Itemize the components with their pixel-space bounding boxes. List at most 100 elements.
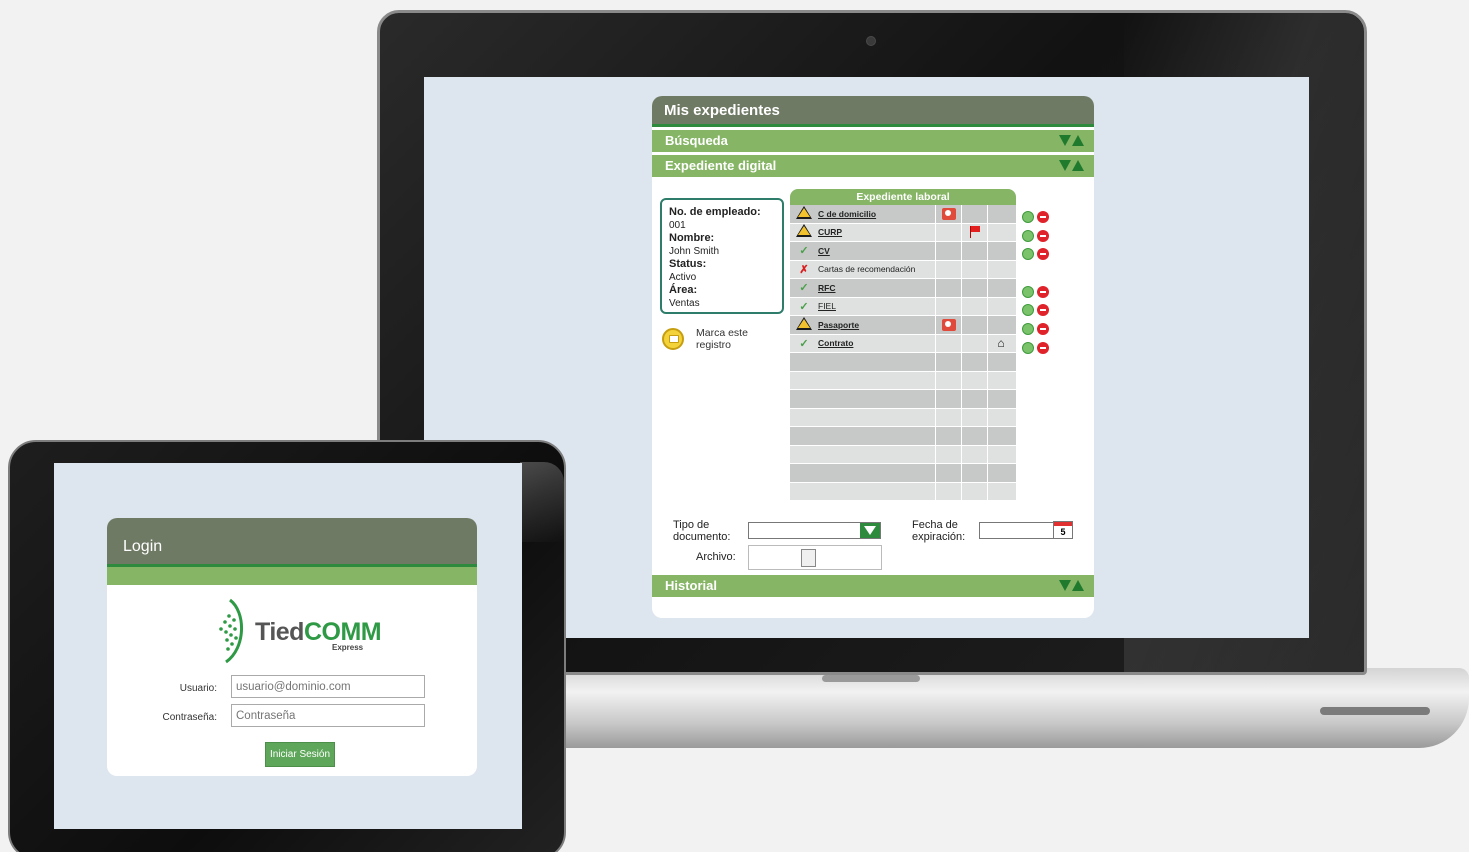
archivo-label: Archivo:: [696, 551, 736, 563]
login-card: Login TiedCOMM Express Usuario: Contrase…: [107, 518, 477, 776]
usuario-input[interactable]: [231, 675, 425, 698]
table-row: [790, 390, 1016, 409]
contrasena-label: Contraseña:: [162, 712, 217, 723]
fecha-expiracion-label: Fecha de expiración:: [912, 519, 965, 543]
fecha-expiracion-line1: Fecha de: [912, 519, 958, 531]
tipo-documento-line2: documento:: [673, 531, 731, 543]
remove-icon[interactable]: [1037, 230, 1049, 242]
expand-collapse-icon[interactable]: [1059, 160, 1084, 175]
view-icon[interactable]: [1022, 248, 1034, 260]
view-icon[interactable]: [1022, 342, 1034, 354]
row-actions: [1022, 323, 1049, 335]
archivo-upload[interactable]: [748, 545, 882, 570]
table-row: Pasaporte: [790, 316, 1016, 335]
check-icon: ✓: [799, 282, 809, 295]
clock-icon: [941, 318, 956, 331]
chevron-down-icon[interactable]: [860, 523, 880, 538]
table-row: [790, 482, 1016, 501]
cross-icon: ✗: [799, 263, 809, 276]
employee-number-label: No. de empleado:: [669, 206, 761, 218]
document-link[interactable]: Contrato: [818, 338, 853, 348]
expedientes-panel: Mis expedientes Búsqueda Expediente digi…: [652, 96, 1094, 618]
login-title: Login: [107, 518, 477, 567]
document-link[interactable]: C de domicilio: [818, 209, 876, 219]
section-expediente-digital-label: Expediente digital: [665, 158, 777, 173]
employee-card: No. de empleado: 001 Nombre: John Smith …: [660, 198, 784, 314]
section-historial[interactable]: Historial: [652, 575, 1094, 597]
employee-name: John Smith: [669, 245, 720, 257]
check-icon: ✓: [799, 337, 809, 350]
row-actions: [1022, 211, 1049, 223]
document-icon: [801, 549, 816, 567]
remove-icon[interactable]: [1037, 248, 1049, 260]
flag-badge-icon: [662, 328, 684, 350]
employee-status: Activo: [669, 271, 697, 283]
contrasena-input[interactable]: [231, 704, 425, 727]
mark-record-line1: Marca este: [696, 327, 748, 339]
employee-area-label: Área:: [669, 284, 698, 296]
section-expediente-digital[interactable]: Expediente digital: [652, 155, 1094, 177]
document-name: Cartas de recomendación: [818, 264, 916, 275]
check-icon: ✓: [799, 245, 809, 258]
table-row: [790, 353, 1016, 372]
warning-icon: [796, 316, 812, 330]
table-row: [790, 408, 1016, 427]
employee-name-label: Nombre:: [669, 232, 715, 244]
clock-icon: [941, 207, 956, 220]
row-actions: [1022, 342, 1049, 354]
table-row: CURP: [790, 223, 1016, 242]
employee-area: Ventas: [669, 297, 700, 309]
login-bar: [107, 567, 477, 585]
table-row: ✗ Cartas de recomendación: [790, 260, 1016, 279]
tiedcomm-logo: TiedCOMM Express: [216, 598, 382, 664]
remove-icon[interactable]: [1037, 286, 1049, 298]
remove-icon[interactable]: [1037, 323, 1049, 335]
table-row: ✓ FIEL: [790, 297, 1016, 316]
warning-icon: [796, 205, 812, 219]
table-row: ✓ CV: [790, 242, 1016, 261]
document-link[interactable]: Pasaporte: [818, 320, 859, 330]
view-icon[interactable]: [1022, 323, 1034, 335]
table-row: C de domicilio: [790, 205, 1016, 224]
remove-icon[interactable]: [1037, 342, 1049, 354]
laptop-notch: [822, 675, 920, 682]
table-row: [790, 445, 1016, 464]
warning-icon: [796, 224, 812, 238]
row-actions: [1022, 304, 1049, 316]
fecha-expiracion-line2: expiración:: [912, 531, 966, 543]
section-busqueda-label: Búsqueda: [665, 133, 728, 148]
flag-icon: [969, 226, 981, 239]
logo-express: Express: [332, 643, 364, 652]
remove-icon[interactable]: [1037, 304, 1049, 316]
document-link[interactable]: RFC: [818, 283, 835, 293]
document-link[interactable]: CV: [818, 246, 830, 256]
document-link[interactable]: CURP: [818, 227, 842, 237]
iniciar-sesion-button[interactable]: Iniciar Sesión: [265, 742, 335, 767]
table-title: Expediente laboral: [790, 189, 1016, 205]
calendar-icon[interactable]: 5: [1053, 521, 1073, 539]
expand-collapse-icon[interactable]: [1059, 580, 1084, 595]
home-icon: ⌂: [997, 336, 1005, 351]
table-row: ✓ RFC: [790, 279, 1016, 298]
remove-icon[interactable]: [1037, 211, 1049, 223]
fecha-expiracion-input[interactable]: 5: [979, 521, 1073, 539]
table-row: ✓ Contrato ⌂: [790, 334, 1016, 353]
employee-status-label: Status:: [669, 258, 707, 270]
expand-collapse-icon[interactable]: [1059, 135, 1084, 150]
section-historial-label: Historial: [665, 578, 718, 593]
view-icon[interactable]: [1022, 230, 1034, 242]
view-icon[interactable]: [1022, 304, 1034, 316]
employee-number: 001: [669, 219, 686, 231]
check-icon: ✓: [799, 300, 809, 313]
document-link[interactable]: FIEL: [818, 301, 836, 311]
view-icon[interactable]: [1022, 211, 1034, 223]
view-icon[interactable]: [1022, 286, 1034, 298]
table-row: [790, 371, 1016, 390]
tipo-documento-line1: Tipo de: [673, 519, 710, 531]
row-actions: [1022, 230, 1049, 242]
laptop-foot: [1320, 707, 1430, 715]
tipo-documento-select[interactable]: [748, 522, 881, 539]
logo-comm: COMM: [303, 618, 382, 646]
table-row: [790, 464, 1016, 483]
section-busqueda[interactable]: Búsqueda: [652, 130, 1094, 152]
